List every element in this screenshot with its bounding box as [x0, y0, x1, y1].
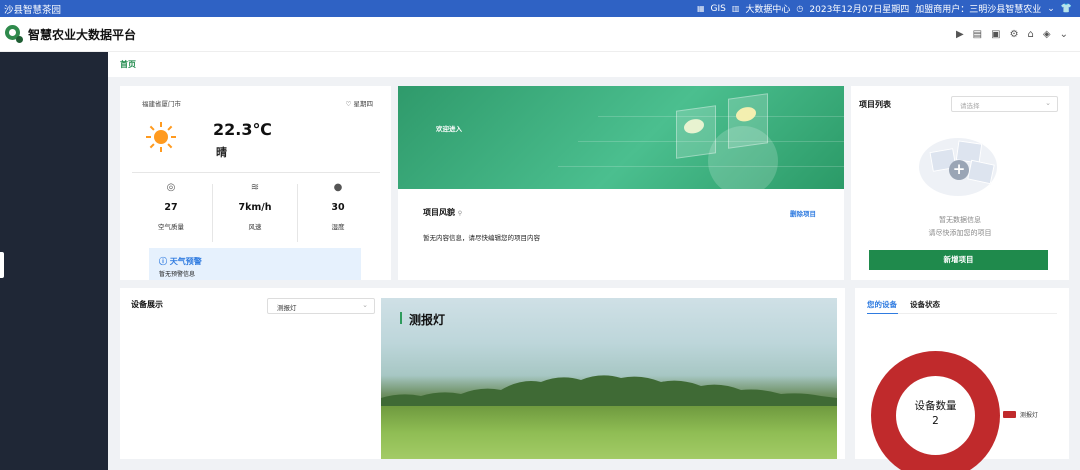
chart-card-illustration: [728, 93, 768, 149]
humidity-stat: ● 30 湿度: [297, 182, 379, 246]
project-overview-card: 欢迎进入 项目风貌 ⚲ 删除项目 暂无内容信息，请尽快编辑您的项目内容: [398, 86, 844, 280]
air-quality-value: 27: [164, 202, 178, 213]
donut-label: 设备数量: [914, 400, 957, 412]
device-display-card: 设备展示 测报灯 ⌄ 测报灯: [120, 288, 845, 459]
wind-label: 风速: [248, 223, 262, 231]
monitor-icon[interactable]: ▣: [991, 29, 1000, 40]
weather-location: 福建省厦门市: [142, 100, 181, 108]
clock-icon: ◷: [796, 4, 804, 13]
legend-swatch: [1003, 411, 1016, 418]
gis-icon: ▦: [696, 4, 705, 13]
divider: [132, 172, 380, 173]
weather-alert-text: 暂无预警信息: [159, 271, 196, 278]
device-donut-chart: 设备数量 2: [871, 351, 1000, 470]
system-topbar: 沙县智慧茶园 ▦ GIS ▥ 大数据中心 ◷ 2023年12月07日星期四 加盟…: [0, 0, 1080, 17]
humidity-label: 湿度: [331, 223, 345, 231]
project-select[interactable]: 请选择 ⌄: [951, 96, 1058, 112]
treeline: [381, 375, 837, 410]
donut-value: 2: [932, 415, 939, 427]
breadcrumb-home[interactable]: 首页: [120, 59, 136, 70]
datetime-display: 2023年12月07日星期四: [809, 5, 910, 15]
breadcrumb: 首页: [108, 52, 1080, 77]
welcome-banner: 欢迎进入: [398, 86, 844, 189]
alert-title-text: 天气预警: [169, 257, 202, 266]
weather-alert-title: ⓘ 天气预警: [159, 257, 202, 266]
sidebar-collapse-handle[interactable]: [0, 252, 4, 278]
app-logo: [5, 25, 23, 43]
layers-icon[interactable]: ◈: [1043, 29, 1051, 40]
home-icon[interactable]: ⌂: [1028, 29, 1034, 40]
active-tab-underline: [867, 313, 898, 314]
project-empty-text: 暂无内容信息，请尽快编辑您的项目内容: [423, 234, 540, 242]
project-title: 项目风貌 ⚲: [423, 207, 462, 218]
user-menu[interactable]: 加盟商用户：三明沙县智慧农业: [915, 2, 1041, 15]
app-title: 智慧农业大数据平台: [28, 27, 137, 42]
project-select-placeholder: 请选择: [960, 102, 980, 110]
device-display-title: 设备展示: [131, 300, 163, 309]
device-type-value: 测报灯: [277, 304, 297, 312]
location-pin-icon: ⚲: [457, 210, 463, 217]
weather-card: 福建省厦门市 ♡ 星期四 22.3℃ 晴 ◎ 27 空气质量 ≋ 7km/h 风…: [120, 86, 391, 280]
device-photo: 测报灯: [381, 298, 837, 459]
document-icon[interactable]: ▤: [973, 29, 982, 40]
gis-link[interactable]: GIS: [711, 4, 726, 14]
empty-state-illustration: +: [913, 132, 1005, 204]
play-icon[interactable]: ▶: [956, 29, 964, 40]
chart-legend[interactable]: 测报灯: [1003, 410, 1038, 419]
gear-icon[interactable]: ⚙: [1010, 29, 1019, 40]
weather-condition: 晴: [216, 146, 227, 159]
wind-icon: ≋: [250, 182, 260, 193]
wind-value: 7km/h: [238, 202, 272, 213]
chevron-down-icon[interactable]: ⌄: [1047, 4, 1055, 14]
project-list-title: 项目列表: [859, 100, 891, 109]
donut-center: 设备数量 2: [896, 376, 975, 455]
tab-my-devices[interactable]: 您的设备: [867, 299, 897, 310]
welcome-text: 欢迎进入: [436, 125, 462, 133]
chevron-down-icon[interactable]: ⌄: [1060, 29, 1068, 40]
add-project-button[interactable]: 新增项目: [869, 250, 1048, 270]
bigdata-link[interactable]: 大数据中心: [745, 2, 790, 15]
shirt-icon[interactable]: 👕: [1061, 4, 1072, 14]
device-photo-title: 测报灯: [409, 313, 446, 327]
site-name[interactable]: 沙县智慧茶园: [0, 2, 61, 16]
chevron-down-icon: ⌄: [362, 301, 368, 309]
tab-device-status[interactable]: 设备状态: [910, 299, 940, 310]
chart-icon: ▥: [731, 4, 740, 13]
empty-hint: 请尽快添加您的项目: [928, 229, 992, 237]
legend-label: 测报灯: [1020, 412, 1039, 419]
empty-message: 暂无数据信息: [939, 216, 981, 224]
project-title-text: 项目风貌: [423, 208, 455, 217]
weekday-text: 星期四: [353, 100, 374, 108]
air-quality-stat: ◎ 27 空气质量: [130, 182, 212, 246]
plus-icon: +: [949, 160, 969, 180]
sidebar: [0, 52, 108, 470]
air-quality-label: 空气质量: [158, 223, 184, 231]
sun-icon: [146, 122, 172, 152]
air-quality-icon: ◎: [166, 182, 176, 193]
chevron-down-icon: ⌄: [1045, 99, 1051, 107]
device-stats-card: 您的设备 设备状态 设备数量 2 测报灯: [855, 288, 1069, 470]
divider: [212, 184, 213, 242]
app-header: 智慧农业大数据平台 ▶ ▤ ▣ ⚙ ⌂ ◈ ⌄: [0, 17, 1080, 52]
humidity-value: 30: [331, 202, 345, 213]
weather-weekday: ♡ 星期四: [345, 100, 374, 108]
wind-stat: ≋ 7km/h 风速: [214, 182, 296, 246]
device-type-select[interactable]: 测报灯 ⌄: [267, 298, 375, 314]
project-list-card: 项目列表 请选择 ⌄ + 暂无数据信息 请尽快添加您的项目 新增项目: [851, 86, 1069, 280]
title-accent-bar: [400, 312, 402, 324]
humidity-icon: ●: [333, 182, 343, 193]
weather-alert: ⓘ 天气预警 暂无预警信息: [149, 248, 361, 280]
delete-project-button[interactable]: 删除项目: [790, 208, 816, 218]
chart-card-illustration: [676, 105, 716, 159]
weather-temperature: 22.3℃: [213, 120, 272, 139]
